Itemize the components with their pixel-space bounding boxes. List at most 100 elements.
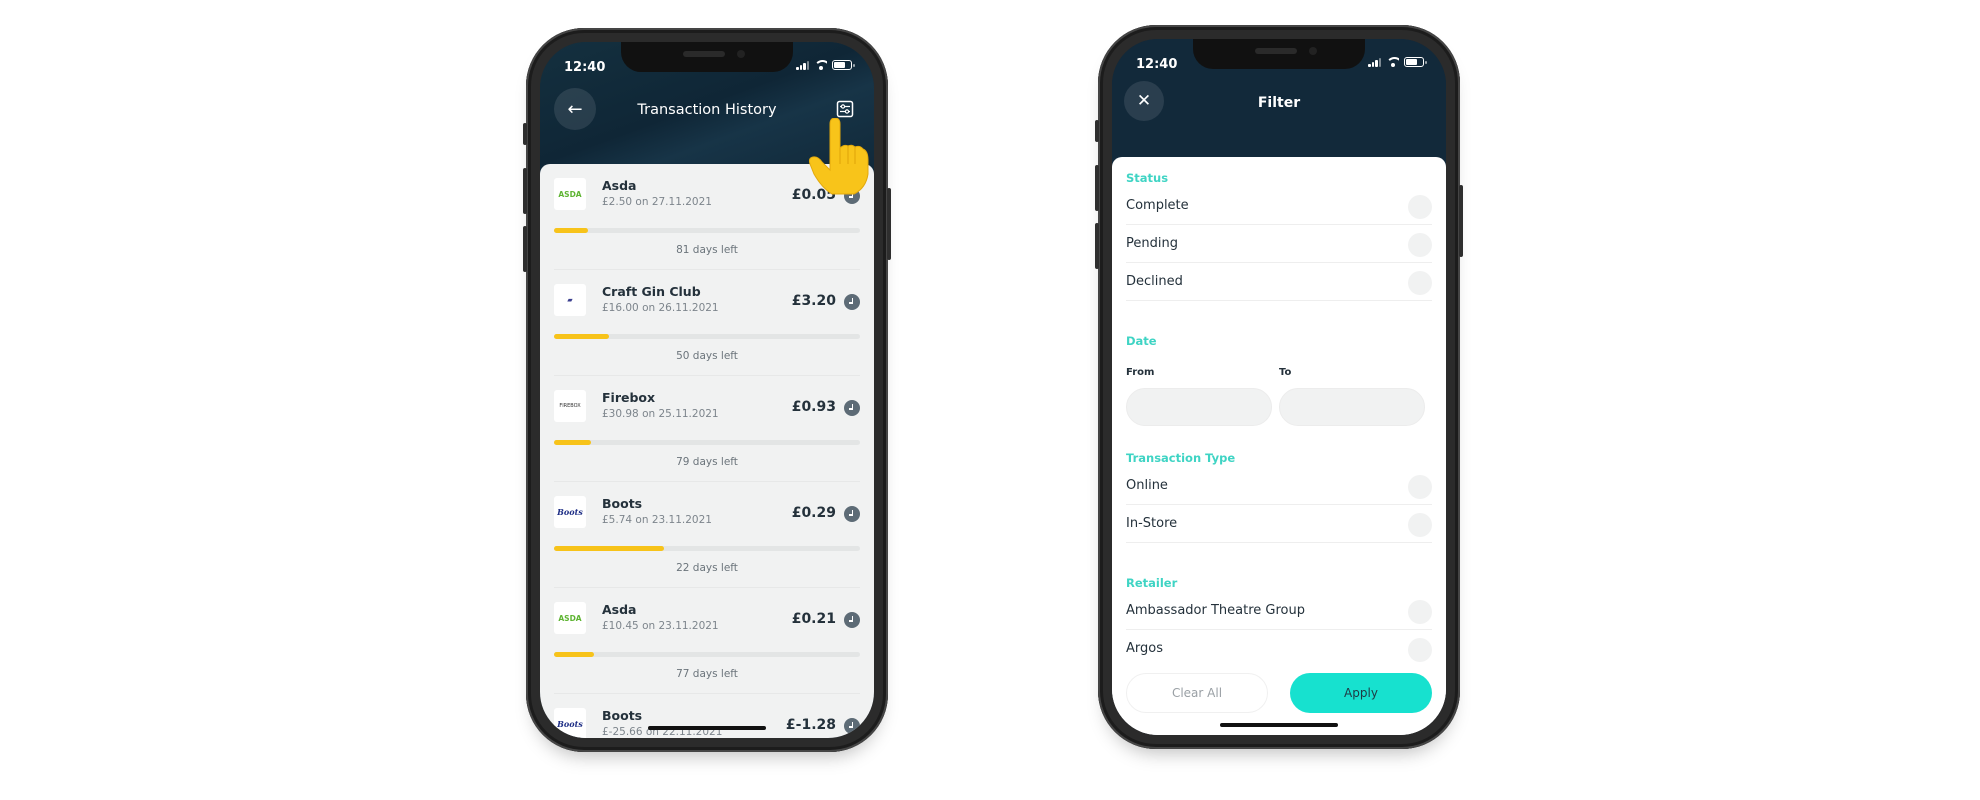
option-label: In-Store <box>1126 516 1178 531</box>
power-button <box>887 188 891 260</box>
option-label: Argos <box>1126 641 1163 656</box>
option-row-ambassador-theatre-group[interactable]: Ambassador Theatre Group <box>1126 592 1432 630</box>
progress-track <box>554 440 860 445</box>
option-row-declined[interactable]: Declined <box>1126 263 1432 301</box>
apply-button[interactable]: Apply <box>1290 673 1432 713</box>
clear-all-button[interactable]: Clear All <box>1126 673 1268 713</box>
retailer-logo: ASDA <box>554 602 586 634</box>
from-label: From <box>1126 367 1155 378</box>
phone-transaction-history: 12:40 ← Transaction History ASDA Asda £2.5… <box>523 28 891 752</box>
mute-switch <box>523 123 527 145</box>
progress-fill <box>554 228 588 233</box>
retailer-name: Boots <box>602 496 643 511</box>
option-label: Declined <box>1126 274 1183 289</box>
radio-pending[interactable] <box>1408 233 1432 257</box>
option-label: Ambassador Theatre Group <box>1126 603 1305 618</box>
clock-icon <box>844 718 860 734</box>
section-title-date: Date <box>1126 334 1157 348</box>
notch <box>621 42 793 72</box>
volume-up-button <box>1095 165 1099 211</box>
cashback-amount: £3.20 <box>791 293 836 309</box>
days-left: 81 days left <box>676 244 738 256</box>
transaction-row[interactable]: ▰ Craft Gin Club £16.00 on 26.11.2021 £3.20… <box>554 270 860 376</box>
radio-complete[interactable] <box>1408 195 1432 219</box>
radio-argos[interactable] <box>1408 638 1432 662</box>
transaction-row[interactable]: ASDA Asda £2.50 on 27.11.2021 £0.05 81 days … <box>554 164 860 270</box>
filter-panel: Status Complete Pending Declined Date Fr… <box>1112 157 1446 735</box>
days-left: 22 days left <box>676 562 738 574</box>
cashback-amount: £0.93 <box>791 399 836 415</box>
cashback-amount: £0.05 <box>791 187 836 203</box>
screen: 12:40 ← Transaction History ASDA Asda £2.5… <box>540 42 874 738</box>
progress-track <box>554 546 860 551</box>
status-icons <box>1368 57 1427 67</box>
status-time: 12:40 <box>564 60 606 75</box>
battery-icon <box>832 60 855 70</box>
signal-icon <box>796 60 809 70</box>
progress-fill <box>554 546 665 551</box>
signal-icon <box>1368 57 1381 67</box>
page-title: Filter <box>1257 95 1301 111</box>
progress-track <box>554 652 860 657</box>
mute-switch <box>1095 120 1099 142</box>
power-button <box>1459 185 1463 257</box>
retailer-logo: FIREBOX <box>554 390 586 422</box>
progress-fill <box>554 334 610 339</box>
status-icons <box>796 60 855 70</box>
option-label: Online <box>1126 478 1168 493</box>
volume-down-button <box>523 226 527 272</box>
section-title-transaction-type: Transaction Type <box>1126 451 1236 465</box>
progress-track <box>554 334 860 339</box>
radio-in-store[interactable] <box>1408 513 1432 537</box>
option-label: Complete <box>1126 198 1189 213</box>
clock-icon <box>844 612 860 628</box>
filter-button[interactable] <box>836 100 854 118</box>
volume-up-button <box>523 168 527 214</box>
option-label: Pending <box>1126 236 1178 251</box>
days-left: 79 days left <box>676 456 738 468</box>
page-title: Transaction History <box>637 102 777 118</box>
retailer-name: Asda <box>602 178 637 193</box>
purchase-details: £30.98 on 25.11.2021 <box>602 408 719 420</box>
progress-fill <box>554 652 594 657</box>
retailer-logo: Boots <box>554 496 586 528</box>
wifi-icon <box>1386 57 1399 67</box>
retailer-name: Asda <box>602 602 637 617</box>
retailer-logo-text: ASDA <box>558 613 582 623</box>
transaction-row[interactable]: Boots Boots £-25.66 on 22.11.2021 £-1.28 <box>554 694 860 738</box>
days-left: 77 days left <box>676 668 738 680</box>
transaction-list: ASDA Asda £2.50 on 27.11.2021 £0.05 81 days … <box>540 164 874 738</box>
radio-online[interactable] <box>1408 475 1432 499</box>
purchase-details: £5.74 on 23.11.2021 <box>602 514 712 526</box>
cashback-amount: £0.29 <box>791 505 836 521</box>
cashback-amount: £0.21 <box>791 611 836 627</box>
transaction-row[interactable]: FIREBOX Firebox £30.98 on 25.11.2021 £0.93 7… <box>554 376 860 482</box>
transaction-row[interactable]: Boots Boots £5.74 on 23.11.2021 £0.29 22 day… <box>554 482 860 588</box>
transaction-row[interactable]: ASDA Asda £10.45 on 23.11.2021 £0.21 77 days… <box>554 588 860 694</box>
wifi-icon <box>814 60 827 70</box>
retailer-logo-text: Boots <box>557 507 583 517</box>
option-row-in-store[interactable]: In-Store <box>1126 505 1432 543</box>
retailer-logo-text: FIREBOX <box>559 403 581 409</box>
option-row-complete[interactable]: Complete <box>1126 187 1432 225</box>
battery-icon <box>1404 57 1427 67</box>
radio-ambassador-theatre-group[interactable] <box>1408 600 1432 624</box>
clock-icon <box>844 400 860 416</box>
retailer-name: Boots <box>602 708 643 723</box>
from-date-input[interactable] <box>1126 388 1272 426</box>
to-date-input[interactable] <box>1279 388 1425 426</box>
notch <box>1193 39 1365 69</box>
clock-icon <box>844 188 860 204</box>
sliders-filter-icon <box>836 100 854 118</box>
home-indicator <box>1220 723 1338 727</box>
option-row-online[interactable]: Online <box>1126 467 1432 505</box>
phone-filter: 12:40 ✕ Filter Status Complete Pending D… <box>1095 25 1463 749</box>
to-label: To <box>1279 367 1292 378</box>
radio-declined[interactable] <box>1408 271 1432 295</box>
progress-fill <box>554 440 591 445</box>
days-left: 50 days left <box>676 350 738 362</box>
option-row-pending[interactable]: Pending <box>1126 225 1432 263</box>
clock-icon <box>844 294 860 310</box>
retailer-logo: Boots <box>554 708 586 738</box>
retailer-name: Craft Gin Club <box>602 284 701 299</box>
